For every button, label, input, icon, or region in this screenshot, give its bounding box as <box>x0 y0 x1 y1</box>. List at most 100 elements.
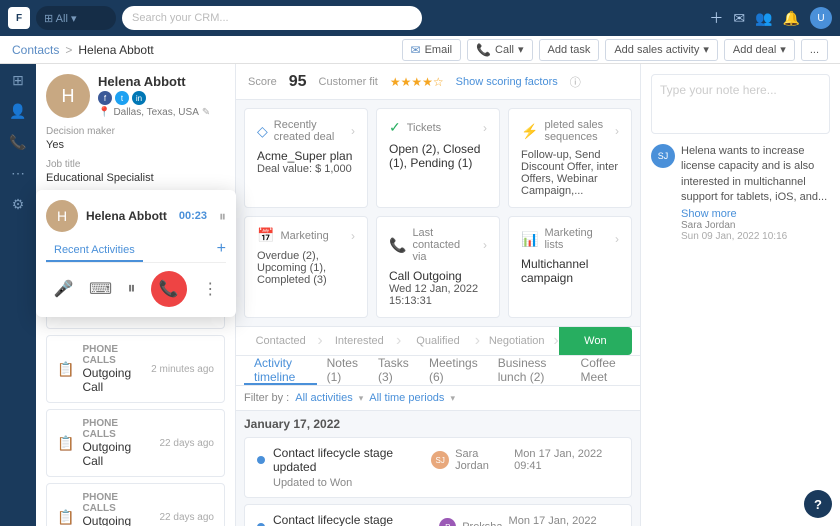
marketing-label: Marketing lists <box>544 227 609 251</box>
contacts-breadcrumb[interactable]: Contacts <box>12 43 59 57</box>
tab-notes[interactable]: Notes (1) <box>317 356 368 385</box>
more-button[interactable]: ... <box>801 39 828 61</box>
user-avatar[interactable]: U <box>810 7 832 29</box>
more-call-button[interactable]: ⋮ <box>202 279 218 299</box>
action-buttons: ✉ Email 📞 Call ▾ Add task Add sales acti… <box>402 39 828 61</box>
settings-icon[interactable]: ⚙ <box>12 196 25 213</box>
twitter-icon[interactable]: t <box>115 91 129 105</box>
tab-business-lunch[interactable]: Business lunch (2) <box>488 356 571 385</box>
call-dropdown-icon[interactable]: ▾ <box>518 43 524 56</box>
home-icon[interactable]: ⊞ <box>12 72 24 89</box>
deal-card-label: Recently created deal <box>274 119 345 143</box>
job-title-section: Job title Educational Specialist <box>46 159 225 184</box>
meetings-card-header: 📅 Marketing › <box>257 227 355 244</box>
job-title-value: Educational Specialist <box>46 172 225 184</box>
call-add-button[interactable]: + <box>217 240 226 262</box>
tickets-value: Open (2), Closed (1), Pending (1) <box>389 142 487 170</box>
marketing-card-header: 📊 Marketing lists › <box>521 227 619 251</box>
deal-dropdown-icon[interactable]: ▾ <box>780 43 786 56</box>
stage-negotiation-label: Negotiation <box>489 335 545 347</box>
add-deal-button[interactable]: Add deal ▾ <box>724 39 795 61</box>
stage-qualified-label: Qualified <box>416 335 459 347</box>
tickets-card-arrow: › <box>483 121 487 135</box>
meetings-card[interactable]: 📅 Marketing › Overdue (2), Upcoming (1),… <box>244 216 368 318</box>
sub-nav: Contacts > Helena Abbott ✉ Email 📞 Call … <box>0 36 840 64</box>
edit-icon[interactable]: ✎ <box>202 107 210 118</box>
page-title: Helena Abbott <box>78 43 153 57</box>
end-call-icon: 📞 <box>159 279 179 299</box>
add-task-button[interactable]: Add task <box>539 39 600 61</box>
deal-value: Deal value: $ 1,000 <box>257 163 355 175</box>
pipeline-bar: Contacted › Interested › Qualified › Neg… <box>236 326 640 356</box>
stage-negotiation[interactable]: Negotiation <box>480 327 553 355</box>
call-avatar: H <box>46 200 78 232</box>
contact-avatar: H <box>46 74 90 118</box>
timeline-sub-0: Updated to Won <box>257 477 619 489</box>
email-icon[interactable]: ✉ <box>733 10 745 27</box>
activity-icon-3: 📋 <box>57 509 74 526</box>
marketing-icon: 📊 <box>521 231 538 248</box>
facebook-icon[interactable]: f <box>98 91 112 105</box>
bell-icon[interactable]: 🔔 <box>783 10 800 27</box>
hold-button[interactable]: ⏸ <box>127 280 135 298</box>
stage-interested[interactable]: Interested <box>323 327 396 355</box>
phone-icon[interactable]: 📞 <box>9 134 26 151</box>
sequences-sub: Follow-up, Send Discount Offer, inter Of… <box>521 149 619 197</box>
deal-card[interactable]: ◇ Recently created deal › Acme_Super pla… <box>244 108 368 208</box>
note-textarea[interactable]: Type your note here... <box>651 74 830 134</box>
last-contacted-card[interactable]: 📞 Last contacted via › Call Outgoing Wed… <box>376 216 500 318</box>
call-overlay: H Helena Abbott 00:23 ⏸ Recent Activitie… <box>36 190 236 317</box>
all-dropdown[interactable]: ⊞ All ▾ <box>44 12 76 25</box>
tickets-card[interactable]: ✓ Tickets › Open (2), Closed (1), Pendin… <box>376 108 500 208</box>
meetings-icon: 📅 <box>257 227 274 244</box>
tab-tasks[interactable]: Tasks (3) <box>368 356 419 385</box>
add-icon[interactable]: ＋ <box>709 8 723 28</box>
call-pause-icon[interactable]: ⏸ <box>219 208 226 225</box>
mute-button[interactable]: 🎤 <box>54 279 74 299</box>
tab-meetings[interactable]: Meetings (6) <box>419 356 488 385</box>
app-logo: F <box>8 7 30 29</box>
filter-all-time[interactable]: All time periods <box>369 392 444 404</box>
stage-won[interactable]: Won <box>559 327 632 355</box>
timeline-item-1: Contact lifecycle stage updated P Preksh… <box>244 504 632 526</box>
sequences-label: pleted sales sequences <box>544 119 609 143</box>
activity-name-3: Outgoing Call <box>82 514 151 526</box>
grid-icon[interactable]: ⋯ <box>11 165 25 182</box>
stage-qualified[interactable]: Qualified <box>401 327 474 355</box>
marketing-card[interactable]: 📊 Marketing lists › Multichannel campaig… <box>508 216 632 318</box>
meetings-sub: Overdue (2), Upcoming (1), Completed (3) <box>257 250 355 286</box>
call-recent-tab[interactable]: Recent Activities <box>46 240 143 262</box>
tab-activity-timeline[interactable]: Activity timeline <box>244 356 317 385</box>
help-button[interactable]: ? <box>804 490 832 518</box>
scoring-info-icon: ⓘ <box>570 74 581 90</box>
keypad-button[interactable]: ⌨ <box>89 279 112 299</box>
activity-tabs: Activity timeline Notes (1) Tasks (3) Me… <box>236 356 640 386</box>
hold-icon: ⏸ <box>127 280 135 298</box>
meetings-arrow: › <box>351 229 355 243</box>
marketing-arrow: › <box>615 232 619 246</box>
contacts-icon[interactable]: 👤 <box>9 103 26 120</box>
search-box[interactable]: Search your CRM... <box>122 6 422 30</box>
sequences-card[interactable]: ⚡ pleted sales sequences › Follow-up, Se… <box>508 108 632 208</box>
filter-all-activities[interactable]: All activities <box>295 392 352 404</box>
tickets-card-header: ✓ Tickets › <box>389 119 487 136</box>
contact-header: H Helena Abbott f t in 📍 Dallas, Texas, … <box>46 74 225 118</box>
tab-coffee-meet[interactable]: Coffee Meet <box>571 356 632 385</box>
users-icon[interactable]: 👥 <box>755 10 772 27</box>
linkedin-icon[interactable]: in <box>132 91 146 105</box>
end-call-button[interactable]: 📞 <box>151 271 187 307</box>
filter-label: Filter by : <box>244 392 289 404</box>
timeline-date: January 17, 2022 <box>236 411 640 437</box>
email-button[interactable]: ✉ Email <box>402 39 462 61</box>
call-button[interactable]: 📞 Call ▾ <box>467 39 532 61</box>
timeline-meta-0: SJ Sara Jordan Mon 17 Jan, 2022 09:41 <box>431 448 619 472</box>
stage-contacted[interactable]: Contacted <box>244 327 317 355</box>
sales-dropdown-icon[interactable]: ▾ <box>703 43 709 56</box>
add-sales-activity-button[interactable]: Add sales activity ▾ <box>605 39 718 61</box>
show-scoring-link[interactable]: Show scoring factors <box>456 76 558 88</box>
timeline-label-0: Contact lifecycle stage updated <box>273 446 423 474</box>
contacted-label: Last contacted via <box>412 227 477 263</box>
show-more-link[interactable]: Show more <box>681 208 737 220</box>
more-call-icon: ⋮ <box>202 279 218 299</box>
activity-info-1: PHONE CALLS Outgoing Call <box>82 344 143 394</box>
